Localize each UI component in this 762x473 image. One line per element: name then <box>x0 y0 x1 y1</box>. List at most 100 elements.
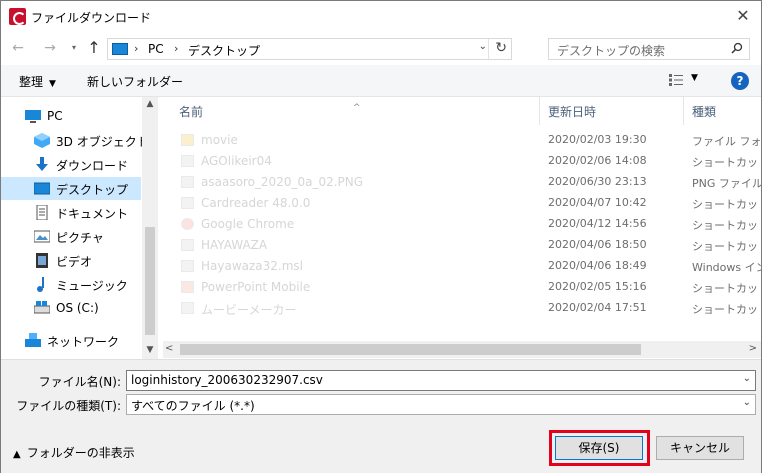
refresh-icon[interactable]: ↻ <box>495 40 507 56</box>
file-row[interactable]: Hayawaza32.msl 2020/04/06 18:49 Windows … <box>163 256 761 277</box>
column-header-type[interactable]: 種類 <box>684 97 761 125</box>
file-name: AGOlikeir04 <box>201 154 272 168</box>
column-header-name[interactable]: 名前 ^ <box>163 97 539 125</box>
view-dropdown-icon[interactable]: ▼ <box>691 73 698 83</box>
nav-item-pictures[interactable]: ピクチャ <box>1 225 141 248</box>
file-type: PNG ファイル <box>692 177 761 190</box>
nav-item-documents[interactable]: ドキュメント <box>1 201 141 224</box>
up-arrow-icon[interactable]: ↑ <box>85 39 103 57</box>
file-row[interactable]: PowerPoint Mobile 2020/02/05 15:16 ショートカ… <box>163 277 761 298</box>
drive-icon <box>34 301 50 314</box>
breadcrumb-separator-icon: › <box>174 42 179 55</box>
network-icon <box>25 333 41 347</box>
file-row[interactable]: AGOlikeir04 2020/02/06 14:08 ショートカット <box>163 151 761 172</box>
scroll-right-icon[interactable]: > <box>749 343 757 354</box>
forward-arrow-icon[interactable]: → <box>41 39 59 57</box>
breadcrumb-desktop[interactable]: デスクトップ <box>188 42 260 59</box>
nav-item-videos[interactable]: ビデオ <box>1 249 141 272</box>
search-placeholder: デスクトップの検索 <box>557 44 666 58</box>
nav-item-label: OS (C:) <box>56 301 99 315</box>
chevron-down-icon[interactable]: ⌄ <box>743 373 751 384</box>
installer-icon <box>181 260 194 272</box>
pc-icon <box>112 43 128 55</box>
nav-item-network[interactable]: ネットワーク <box>1 329 141 352</box>
nav-item-downloads[interactable]: ダウンロード <box>1 153 141 176</box>
address-bar[interactable]: › PC › デスクトップ ⌄ ↻ <box>107 38 512 60</box>
cancel-button[interactable]: キャンセル <box>656 436 744 460</box>
search-input[interactable]: デスクトップの検索 <box>548 38 750 60</box>
shortcut-icon <box>181 155 194 167</box>
column-header-label: 種類 <box>692 105 717 119</box>
shortcut-icon <box>181 302 194 314</box>
nav-item-label: ビデオ <box>56 255 93 269</box>
nav-item-label: ピクチャ <box>56 231 104 245</box>
view-options-icon[interactable] <box>669 74 683 86</box>
file-name: Cardreader 48.0.0 <box>201 196 311 210</box>
breadcrumb-pc[interactable]: PC <box>148 42 164 56</box>
filetype-select[interactable]: すべてのファイル (*.*) ⌄ <box>126 394 756 415</box>
hide-folders-toggle[interactable]: ▲ フォルダーの非表示 <box>13 444 135 461</box>
file-type: ショートカット <box>692 156 761 169</box>
save-form: ファイル名(N): loginhistory_200630232907.csv … <box>1 359 761 473</box>
new-folder-button[interactable]: 新しいフォルダー <box>87 73 183 90</box>
toolbar: 整理 ▼ 新しいフォルダー ▼ ? <box>1 65 761 97</box>
horizontal-scrollbar[interactable]: < > <box>163 341 761 358</box>
recent-locations-chevron-icon[interactable]: ▾ <box>65 39 83 57</box>
file-row[interactable]: movie 2020/02/03 19:30 ファイル フォルダー <box>163 130 761 151</box>
column-header-modified[interactable]: 更新日時 <box>540 97 683 125</box>
filename-field[interactable]: loginhistory_200630232907.csv ⌄ <box>126 370 756 391</box>
nav-item-3d-objects[interactable]: 3D オブジェクト <box>1 129 149 152</box>
filename-value: loginhistory_200630232907.csv <box>131 373 323 387</box>
desktop-icon <box>34 182 50 195</box>
nav-scroll-thumb[interactable] <box>145 227 155 335</box>
horizontal-scroll-thumb[interactable] <box>180 344 641 355</box>
nav-item-desktop[interactable]: デスクトップ <box>1 177 141 200</box>
file-row[interactable]: ムービーメーカー 2020/02/04 17:51 ショートカット <box>163 298 761 319</box>
navigation-pane: PC 3D オブジェクト ダウンロード デスクトップ ドキュメント ピクチャ ビ… <box>1 97 158 359</box>
download-icon <box>36 157 48 171</box>
file-modified: 2020/04/06 18:49 <box>548 259 647 272</box>
file-download-dialog: ファイルダウンロード ✕ ← → ▾ ↑ › PC › デスクトップ ⌄ ↻ デ… <box>0 0 762 473</box>
file-row[interactable]: HAYAWAZA 2020/04/06 18:50 ショートカット <box>163 235 761 256</box>
file-name: ムービーメーカー <box>201 303 297 317</box>
file-type: ショートカット <box>692 240 761 253</box>
pc-icon <box>25 110 41 123</box>
shortcut-icon <box>181 197 194 209</box>
filename-label: ファイル名(N): <box>38 375 121 389</box>
nav-item-label: ドキュメント <box>56 207 129 221</box>
file-type: ショートカット <box>692 282 761 295</box>
search-icon <box>731 42 743 54</box>
documents-icon <box>36 205 48 220</box>
filetype-label: ファイルの種類(T): <box>16 399 121 413</box>
3d-objects-icon <box>34 133 50 148</box>
file-modified: 2020/04/12 14:56 <box>548 217 647 230</box>
save-button[interactable]: 保存(S) <box>555 436 643 460</box>
file-row[interactable]: asaasoro_2020_0a_02.PNG 2020/06/30 23:13… <box>163 172 761 193</box>
nav-scrollbar[interactable]: ▲ ▼ <box>142 97 158 359</box>
folder-icon <box>181 134 194 146</box>
hide-folders-label: フォルダーの非表示 <box>26 446 135 460</box>
back-arrow-icon[interactable]: ← <box>9 39 27 57</box>
column-header-label: 更新日時 <box>548 105 597 119</box>
help-icon[interactable]: ? <box>731 72 749 90</box>
chevron-down-icon: ▼ <box>49 79 56 89</box>
address-dropdown-icon[interactable]: ⌄ <box>479 41 487 52</box>
organize-menu[interactable]: 整理 ▼ <box>19 73 56 90</box>
nav-item-pc[interactable]: PC <box>1 105 141 128</box>
file-list: 名前 ^ 更新日時 種類 movie 2020/02/03 19:30 ファイル… <box>163 97 761 359</box>
file-row[interactable]: Google Chrome 2020/04/12 14:56 ショートカット <box>163 214 761 235</box>
file-name: PowerPoint Mobile <box>201 280 311 294</box>
nav-item-os-drive[interactable]: OS (C:) <box>1 297 141 320</box>
chevron-down-icon[interactable]: ⌄ <box>743 397 751 408</box>
scroll-up-icon[interactable]: ▲ <box>142 99 158 109</box>
nav-item-music[interactable]: ミュージック <box>1 273 141 296</box>
scroll-left-icon[interactable]: < <box>165 343 173 354</box>
file-name: asaasoro_2020_0a_02.PNG <box>201 175 364 189</box>
shortcut-icon <box>181 239 194 251</box>
close-icon[interactable]: ✕ <box>733 6 753 26</box>
nav-item-label: ネットワーク <box>47 335 120 349</box>
file-row[interactable]: Cardreader 48.0.0 2020/04/07 10:42 ショートカ… <box>163 193 761 214</box>
scroll-down-icon[interactable]: ▼ <box>142 345 158 355</box>
nav-item-label: デスクトップ <box>56 183 129 197</box>
address-divider <box>488 39 489 59</box>
